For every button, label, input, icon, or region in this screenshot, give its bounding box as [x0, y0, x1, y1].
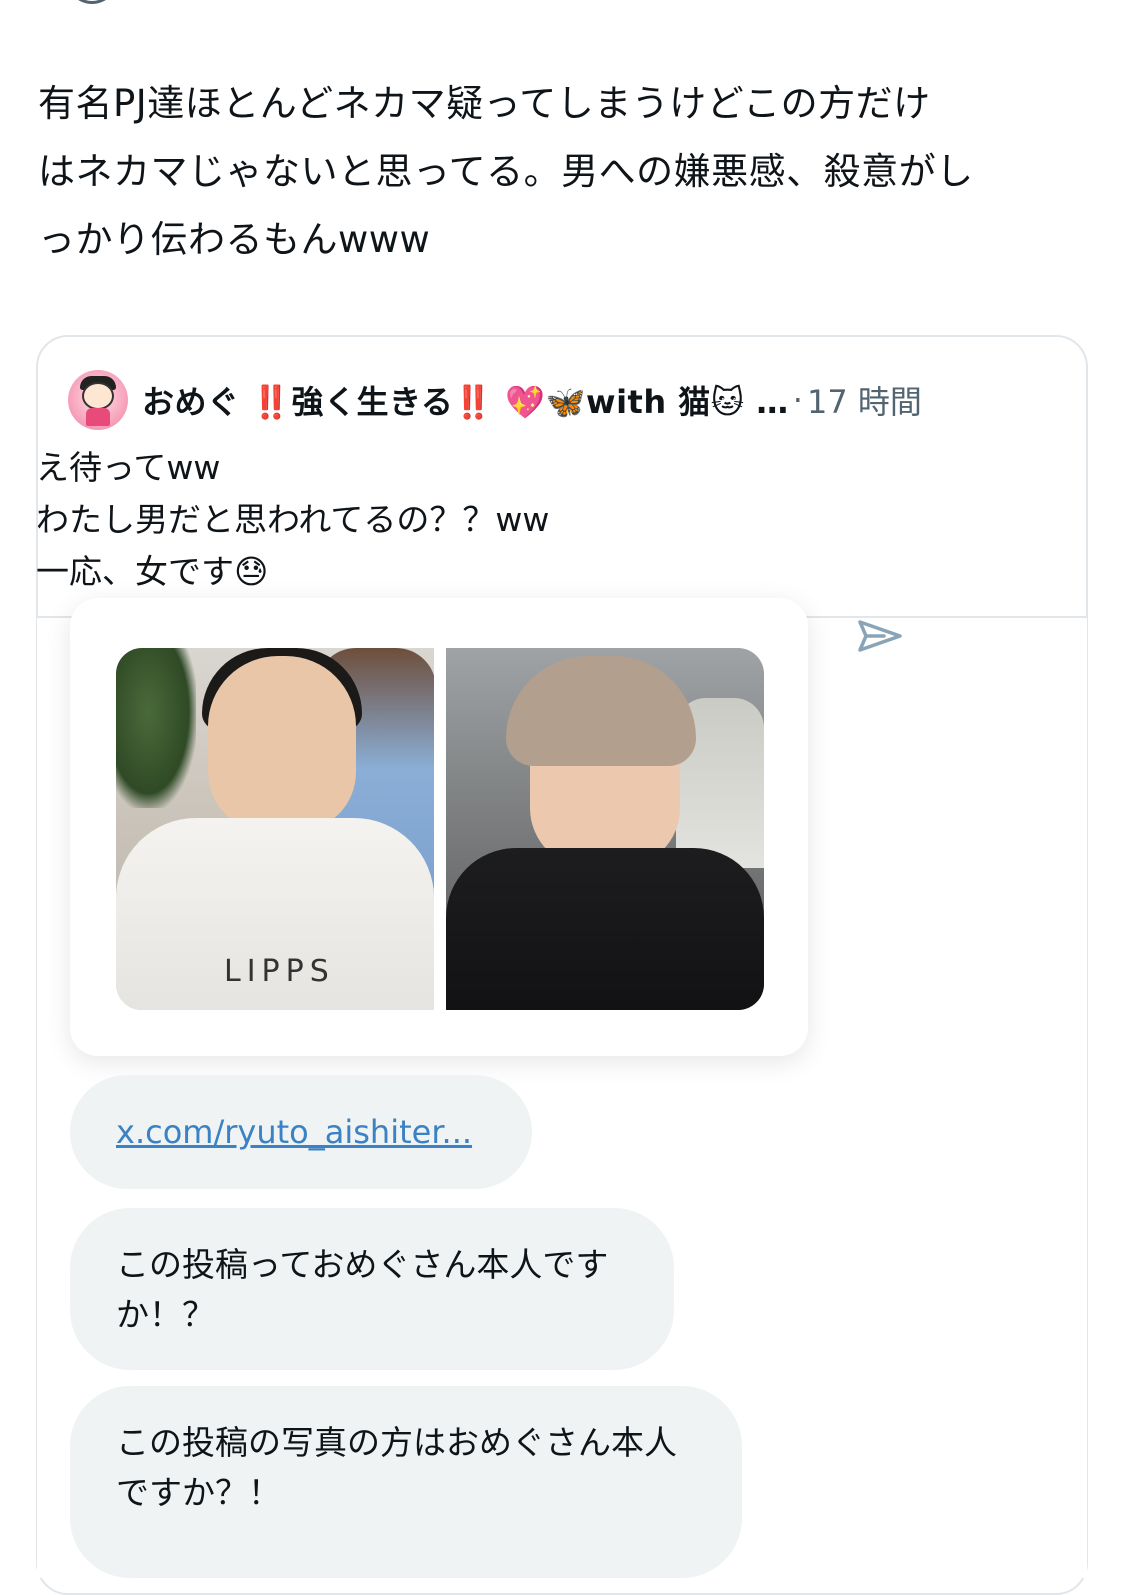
message-text-line: この投稿っておめぐさん本人です [116, 1245, 609, 1284]
profile-partial-icon [66, 0, 118, 4]
post-text-line: はネカマじゃないと思ってる。男への嫌悪感、殺意がし [38, 150, 974, 193]
post-text: 有名PJ達ほとんどネカマ疑ってしまうけどこの方だけ はネカマじゃないと思ってる。… [38, 70, 1098, 274]
message-text-line: ですか？！ [116, 1473, 281, 1512]
send-icon[interactable] [856, 616, 904, 656]
post-text-line: っかり伝わるもんwww [38, 218, 431, 261]
message-text-line: この投稿の写真の方はおめぐさん本人 [116, 1423, 677, 1462]
quoted-text-line: え待ってww [36, 448, 221, 487]
quoted-text-line: 一応、女です😓 [36, 552, 269, 591]
separator-dot: · [792, 381, 803, 419]
message-text-line: か！？ [116, 1295, 215, 1334]
quoted-text-line: わたし男だと思われてるの？？ww [36, 500, 550, 539]
quoted-display-name[interactable]: おめぐ ‼️強く生きる‼️ 💖🦋with 猫🐱 … [142, 377, 789, 423]
quoted-timestamp: 17 時間 [806, 383, 922, 421]
photo-after[interactable] [446, 648, 764, 1010]
post-text-line: 有名PJ達ほとんどネカマ疑ってしまうけどこの方だけ [38, 82, 931, 125]
message-bubble[interactable]: この投稿っておめぐさん本人です か！？ [70, 1208, 674, 1370]
photo-before[interactable]: LIPPS [116, 648, 434, 1010]
message-link[interactable]: x.com/ryuto_aishiter... [116, 1113, 472, 1151]
link-message-bubble[interactable]: x.com/ryuto_aishiter... [70, 1075, 532, 1189]
avatar[interactable] [68, 370, 128, 430]
message-bubble[interactable]: この投稿の写真の方はおめぐさん本人 ですか？！ [70, 1386, 742, 1578]
cape-logo-text: LIPPS [224, 954, 335, 989]
quoted-post-text: え待ってww わたし男だと思われてるの？？ww 一応、女です😓 [36, 442, 549, 598]
quoted-post-header: おめぐ ‼️強く生きる‼️ 💖🦋with 猫🐱 … · 17 時間 [68, 370, 922, 430]
